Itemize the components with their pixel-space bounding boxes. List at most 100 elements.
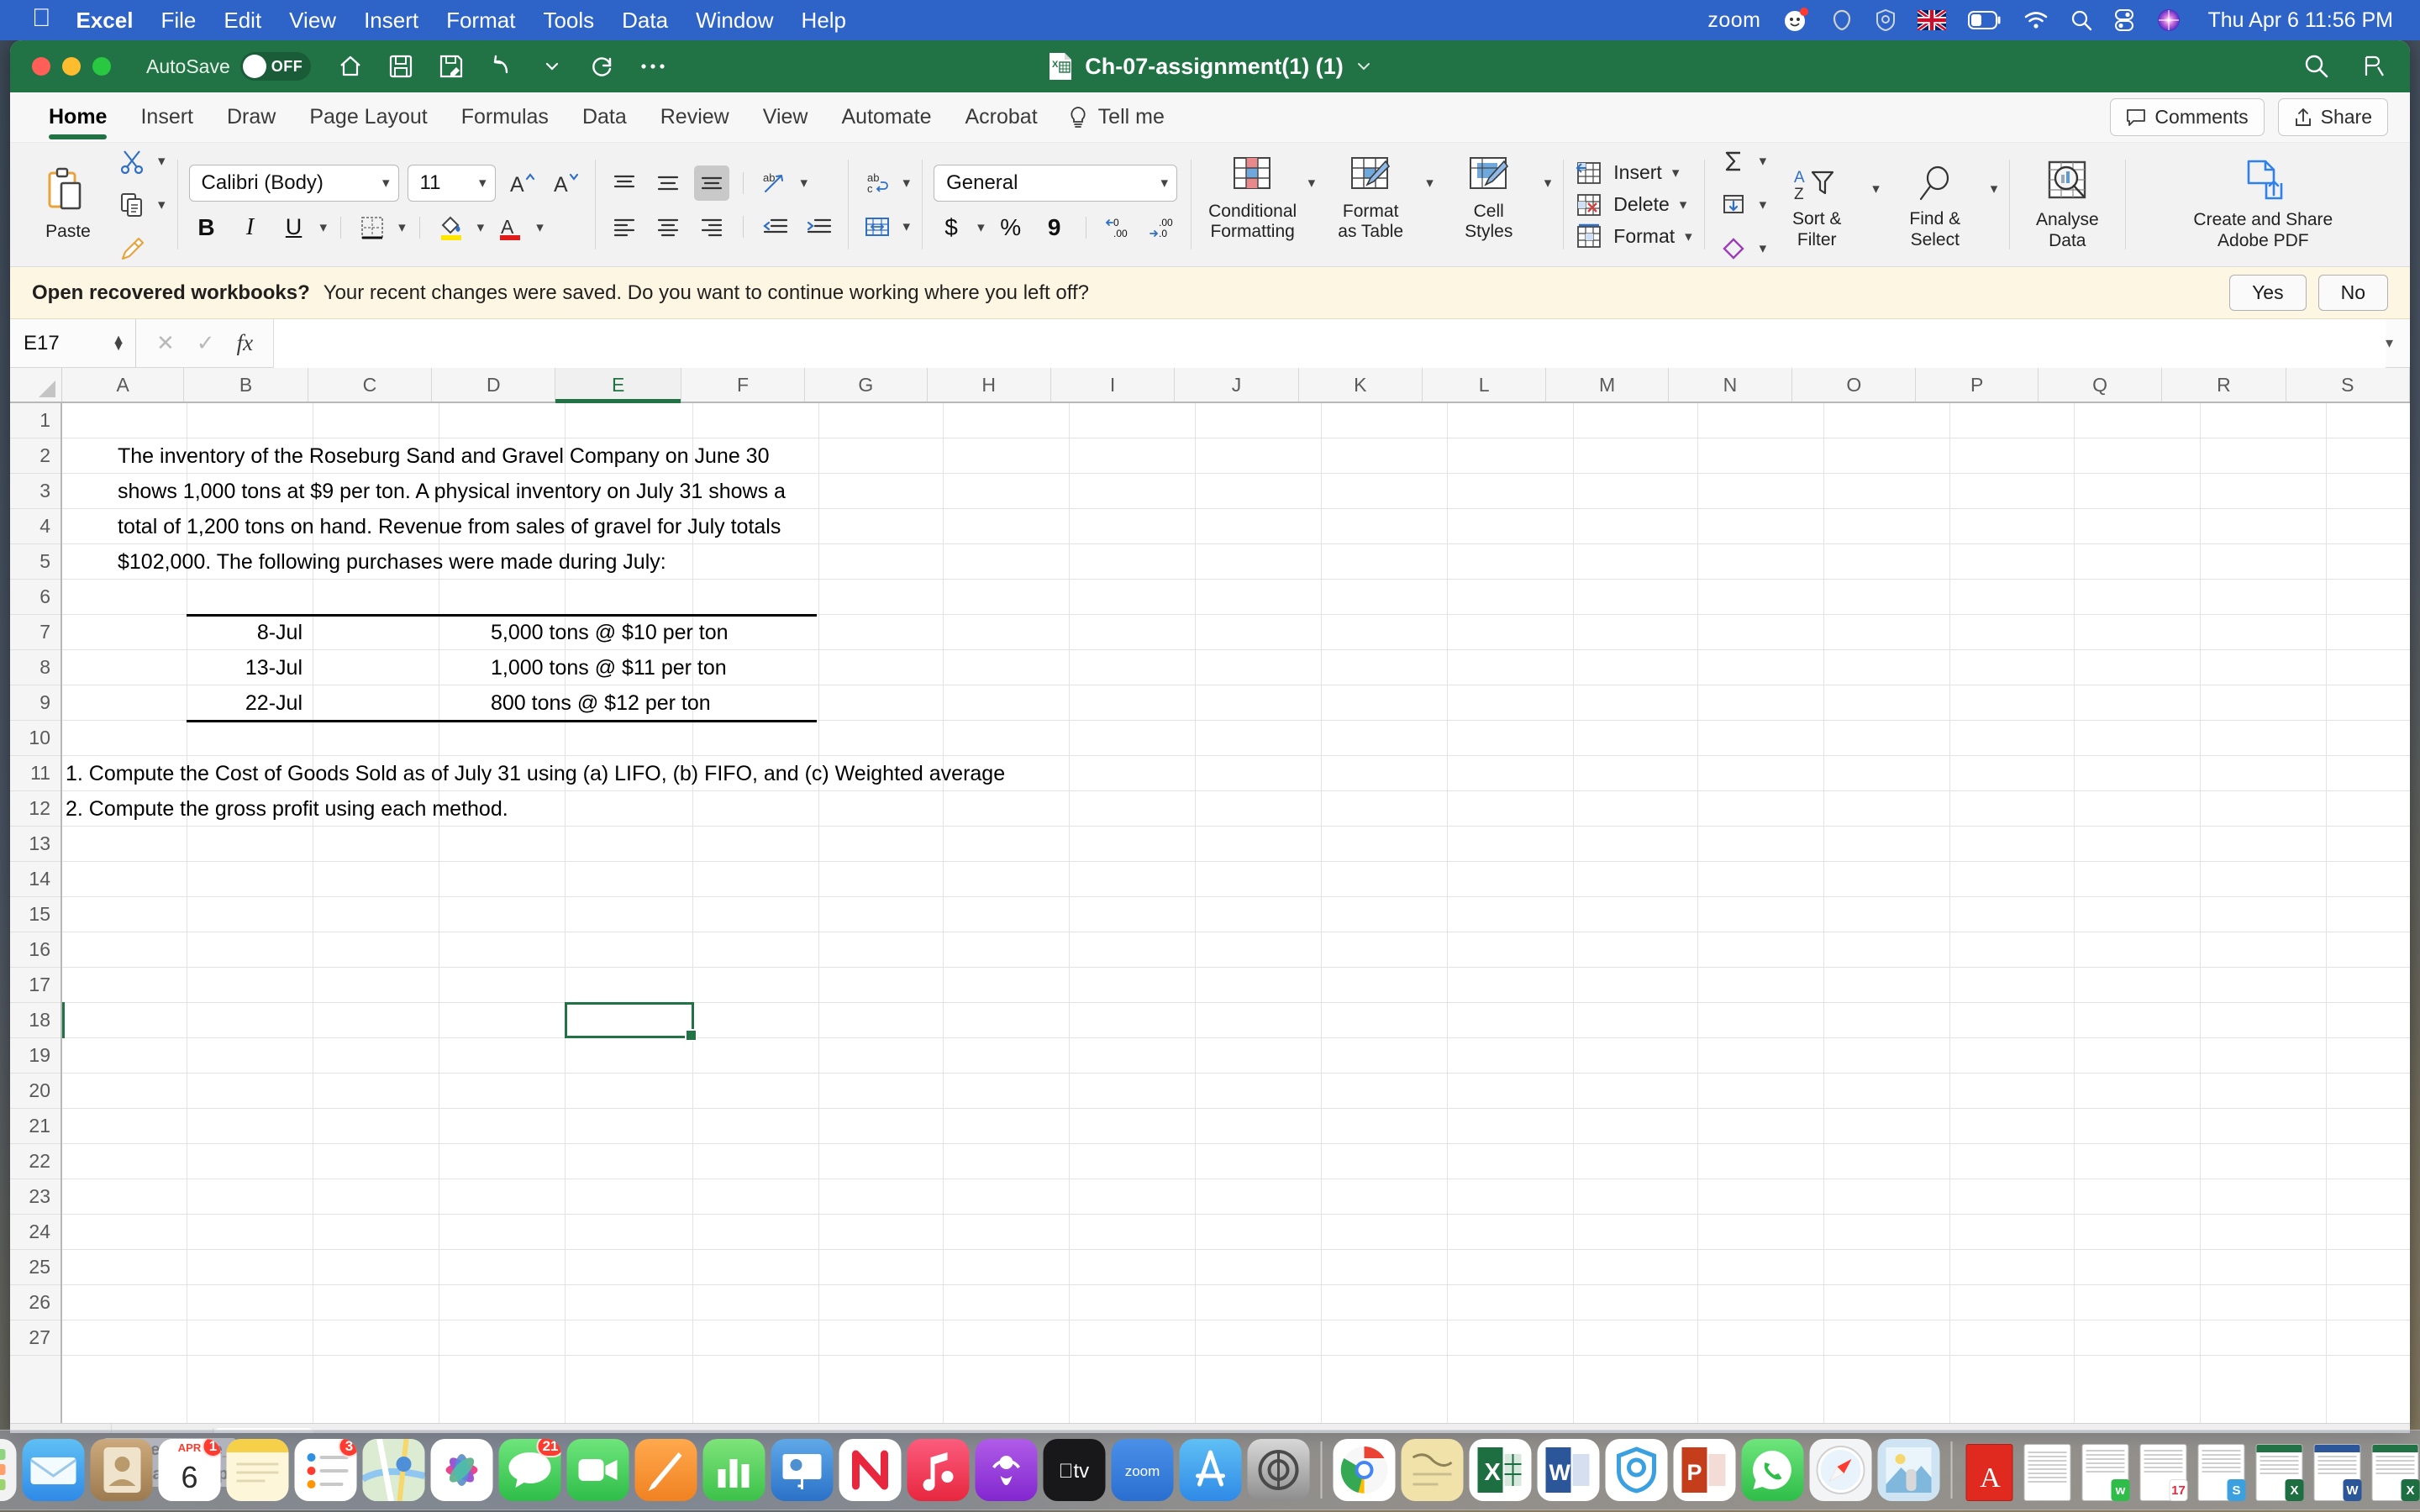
find-select-button[interactable]: Find & Select xyxy=(1885,165,1986,249)
name-box[interactable]: E17 ▲ ▼ xyxy=(10,318,136,368)
keynote-icon[interactable] xyxy=(771,1439,834,1501)
copy-options-chevron-icon[interactable]: ▾ xyxy=(158,197,166,213)
increase-decimal-icon[interactable]: 0.00 xyxy=(1100,210,1135,245)
column-header-s[interactable]: S xyxy=(2286,368,2410,402)
column-header-a[interactable]: A xyxy=(62,368,185,402)
save-icon[interactable] xyxy=(387,52,415,81)
zoom-word-icon[interactable]: zoom xyxy=(1707,8,1760,33)
vpn-shield-icon[interactable] xyxy=(1605,1439,1668,1501)
title-chevron-down-icon[interactable] xyxy=(1355,60,1372,72)
delete-cells-button[interactable]: Delete ▾ xyxy=(1575,192,1691,218)
row-header-15[interactable]: 15 xyxy=(10,897,60,932)
orientation-chevron-icon[interactable]: ▾ xyxy=(801,175,808,192)
merge-cells-icon[interactable] xyxy=(860,209,895,244)
search-icon[interactable] xyxy=(2304,54,2329,79)
ribbon-display-options-icon[interactable] xyxy=(2361,54,2386,79)
memoji-notification-icon[interactable] xyxy=(1783,6,1808,34)
menu-item-window[interactable]: Window xyxy=(696,8,773,34)
menu-item-format[interactable]: Format xyxy=(446,8,515,34)
column-header-r[interactable]: R xyxy=(2162,368,2286,402)
menu-item-file[interactable]: File xyxy=(160,8,196,34)
row-header-24[interactable]: 24 xyxy=(10,1215,60,1250)
tab-view[interactable]: View xyxy=(746,92,825,143)
align-middle-icon[interactable] xyxy=(650,165,686,201)
column-header-d[interactable]: D xyxy=(432,368,556,402)
row-header-22[interactable]: 22 xyxy=(10,1144,60,1179)
row-header-11[interactable]: 11 xyxy=(10,756,60,791)
row-header-12[interactable]: 12 xyxy=(10,791,60,827)
undo-icon[interactable] xyxy=(487,52,516,81)
launchpad-icon[interactable] xyxy=(0,1439,17,1501)
font-size-select[interactable]: 11 ▾ xyxy=(407,164,496,202)
apple-logo-icon[interactable]:  xyxy=(32,6,51,31)
column-header-g[interactable]: G xyxy=(805,368,928,402)
system-settings-icon[interactable] xyxy=(1247,1439,1310,1501)
control-center-icon[interactable] xyxy=(2114,6,2134,34)
format-painter-icon[interactable] xyxy=(114,231,150,266)
align-center-icon[interactable] xyxy=(650,209,686,244)
menu-item-excel[interactable]: Excel xyxy=(76,8,134,34)
cell-styles-chevron-icon[interactable]: ▾ xyxy=(1544,175,1552,192)
uk-flag-icon[interactable] xyxy=(1917,6,1946,34)
tab-review[interactable]: Review xyxy=(644,92,746,143)
row-header-10[interactable]: 10 xyxy=(10,721,60,756)
analyse-data-button[interactable]: Analyse Data xyxy=(2021,158,2113,250)
acrobat-window-icon[interactable]: A xyxy=(1964,1439,2016,1501)
row-header-5[interactable]: 5 xyxy=(10,544,60,580)
tell-me-button[interactable]: Tell me xyxy=(1068,105,1165,129)
tab-draw[interactable]: Draw xyxy=(210,92,292,143)
autosave-toggle[interactable]: OFF xyxy=(239,52,311,81)
comma-format-button[interactable]: 9 xyxy=(1037,210,1072,245)
find-select-chevron-icon[interactable]: ▾ xyxy=(1991,181,1998,197)
menu-item-tools[interactable]: Tools xyxy=(543,8,594,34)
row-header-16[interactable]: 16 xyxy=(10,932,60,968)
column-header-i[interactable]: I xyxy=(1050,368,1176,402)
word-icon[interactable]: W xyxy=(1537,1439,1600,1501)
music-icon[interactable] xyxy=(907,1439,970,1501)
zoom-app-icon[interactable]: zoom xyxy=(1111,1439,1174,1501)
cancel-x-icon[interactable]: ✕ xyxy=(156,330,175,356)
format-as-table-button[interactable]: Format as Table xyxy=(1320,155,1421,242)
save-as-icon[interactable] xyxy=(437,52,466,81)
tab-automate[interactable]: Automate xyxy=(824,92,948,143)
underline-chevron-icon[interactable]: ▾ xyxy=(320,219,328,236)
wrap-text-icon[interactable]: ab c xyxy=(860,165,895,201)
excel-window-icon[interactable]: X xyxy=(2254,1439,2306,1501)
decrease-font-size-icon[interactable]: A xyxy=(548,165,583,201)
copy-icon[interactable] xyxy=(114,187,150,223)
notes-icon[interactable] xyxy=(226,1439,289,1501)
fill-chevron-icon[interactable]: ▾ xyxy=(1760,197,1767,213)
fill-down-icon[interactable] xyxy=(1716,187,1751,223)
shield-vpn-icon[interactable] xyxy=(1876,6,1896,34)
delete-chevron-icon[interactable]: ▾ xyxy=(1680,197,1687,213)
facetime-icon[interactable] xyxy=(566,1439,629,1501)
borders-icon[interactable] xyxy=(355,210,390,245)
clear-chevron-icon[interactable]: ▾ xyxy=(1760,240,1767,257)
align-bottom-icon[interactable] xyxy=(693,165,729,201)
column-header-m[interactable]: M xyxy=(1546,368,1669,402)
photos-icon[interactable] xyxy=(430,1439,493,1501)
select-all-corner[interactable] xyxy=(10,368,62,402)
column-header-h[interactable]: H xyxy=(927,368,1051,402)
tab-home[interactable]: Home xyxy=(32,92,124,143)
autosum-chevron-icon[interactable]: ▾ xyxy=(1760,153,1767,170)
row-header-17[interactable]: 17 xyxy=(10,968,60,1003)
sort-filter-button[interactable]: AZ Sort & Filter xyxy=(1766,165,1867,249)
home-icon[interactable] xyxy=(336,52,365,81)
column-header-c[interactable]: C xyxy=(308,368,433,402)
yes-button[interactable]: Yes xyxy=(2229,275,2307,311)
currency-chevron-icon[interactable]: ▾ xyxy=(977,219,985,236)
menu-item-insert[interactable]: Insert xyxy=(364,8,418,34)
insert-chevron-icon[interactable]: ▾ xyxy=(1672,165,1680,181)
row-header-9[interactable]: 9 xyxy=(10,685,60,721)
column-header-p[interactable]: P xyxy=(1916,368,2039,402)
italic-button[interactable]: I xyxy=(233,210,268,245)
tab-data[interactable]: Data xyxy=(566,92,644,143)
messages-icon[interactable]: 21 xyxy=(498,1439,561,1501)
row-header-7[interactable]: 7 xyxy=(10,615,60,650)
safari-icon[interactable] xyxy=(1809,1439,1872,1501)
apple-tv-icon[interactable]: tv xyxy=(1043,1439,1106,1501)
borders-chevron-icon[interactable]: ▾ xyxy=(398,219,406,236)
close-window-button[interactable] xyxy=(32,57,50,76)
column-header-k[interactable]: K xyxy=(1298,368,1423,402)
